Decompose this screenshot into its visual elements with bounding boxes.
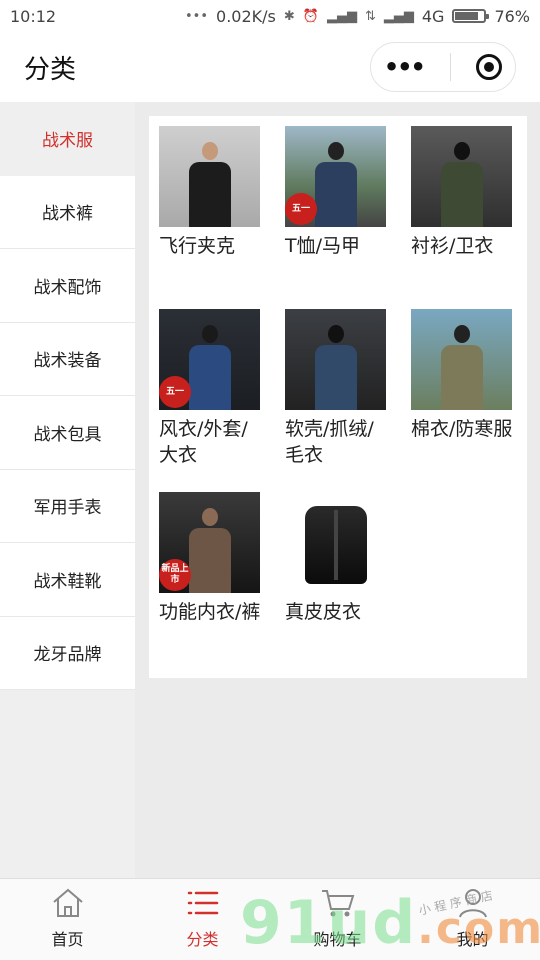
capsule-divider	[449, 53, 451, 81]
battery-icon	[452, 9, 490, 23]
sidebar-item-military-watches[interactable]: 军用手表	[0, 469, 135, 543]
subcategory-item[interactable]: 飞行夹克	[159, 126, 285, 309]
sidebar-item-label: 战术裤	[42, 204, 93, 225]
tab-label: 首页	[51, 930, 84, 949]
subcategory-image	[411, 126, 512, 227]
subcategory-label: 真皮皮衣	[285, 601, 362, 623]
cart-icon	[320, 886, 356, 920]
signal-icon-2: ▂▄▆	[383, 8, 414, 24]
tab-home[interactable]: 首页	[0, 879, 135, 960]
page-header: 分类 •••	[0, 32, 540, 102]
sidebar-item-dragon-tooth-brand[interactable]: 龙牙品牌	[0, 616, 135, 690]
sidebar-item-tactical-accessories[interactable]: 战术配饰	[0, 249, 135, 323]
subcategory-item[interactable]: 新品上市 功能内衣/裤	[159, 492, 285, 675]
subcategory-item[interactable]: 五一 风衣/外套/大衣	[159, 309, 285, 492]
subcategory-label: 衬衫/卫衣	[411, 235, 494, 257]
sidebar-item-tactical-gear[interactable]: 战术装备	[0, 322, 135, 396]
subcategory-image	[159, 126, 260, 227]
tab-category[interactable]: 分类	[135, 879, 270, 960]
tab-label: 我的	[456, 930, 489, 949]
subcategory-image: 五一	[285, 126, 386, 227]
subcategory-item[interactable]: 五一 T恤/马甲	[285, 126, 411, 309]
status-bar: 10:12 ••• 0.02K/s ✱ ⏰ ▂▄▆ ⇅ ▂▄▆ 4G 76%	[0, 0, 540, 32]
status-time: 10:12	[10, 6, 57, 26]
sidebar-item-tactical-bags[interactable]: 战术包具	[0, 396, 135, 470]
subcategory-image	[411, 309, 512, 410]
promo-badge: 五一	[285, 193, 317, 225]
subcategory-label: 功能内衣/裤	[159, 601, 261, 623]
sidebar-item-label: 战术服	[42, 131, 93, 152]
subcategory-label: 风衣/外套/大衣	[159, 418, 248, 466]
network-type: 4G	[421, 6, 445, 26]
subcategory-image	[285, 492, 386, 593]
alarm-icon: ⏰	[302, 8, 319, 24]
subcategory-image: 新品上市	[159, 492, 260, 593]
sidebar-item-label: 龙牙品牌	[33, 645, 102, 666]
category-sidebar: 战术服 战术裤 战术配饰 战术装备 战术包具 军用手表 战术鞋靴 龙牙品牌	[0, 102, 135, 878]
subcategory-item[interactable]: 软壳/抓绒/毛衣	[285, 309, 411, 492]
miniprogram-capsule: •••	[370, 42, 516, 92]
sidebar-item-label: 战术配饰	[33, 277, 102, 298]
tab-label: 分类	[186, 930, 219, 949]
bluetooth-icon: ✱	[283, 8, 295, 24]
sidebar-item-label: 战术装备	[33, 351, 102, 372]
signal-icon: ▂▄▆	[326, 8, 357, 24]
subcategory-item[interactable]: 衬衫/卫衣	[411, 126, 537, 309]
bottom-tab-bar: 首页 分类 购物车 我的	[0, 878, 540, 960]
network-speed: 0.02K/s	[216, 6, 276, 26]
new-arrival-badge: 新品上市	[159, 559, 191, 591]
sidebar-item-label: 战术鞋靴	[33, 571, 102, 592]
subcategory-label: 棉衣/防寒服	[411, 418, 513, 440]
subcategory-label: T恤/马甲	[285, 235, 361, 257]
subcategory-grid: 飞行夹克 五一 T恤/马甲 衬衫/卫衣 五一 风衣/外套/大衣 软壳/抓绒/毛衣…	[149, 116, 527, 678]
sidebar-item-tactical-clothing[interactable]: 战术服	[0, 102, 135, 176]
more-dots-icon: •••	[185, 8, 209, 24]
tab-label: 购物车	[313, 930, 362, 949]
data-transfer-icon: ⇅	[364, 8, 376, 24]
sidebar-item-tactical-pants[interactable]: 战术裤	[0, 175, 135, 249]
sidebar-item-label: 战术包具	[33, 424, 102, 445]
subcategory-item[interactable]: 棉衣/防寒服	[411, 309, 537, 492]
close-miniprogram-icon[interactable]	[476, 54, 503, 80]
subcategory-image: 五一	[159, 309, 260, 410]
category-content: 飞行夹克 五一 T恤/马甲 衬衫/卫衣 五一 风衣/外套/大衣 软壳/抓绒/毛衣…	[135, 102, 540, 878]
battery-level: 76%	[494, 6, 530, 26]
promo-badge: 五一	[159, 376, 191, 408]
page-title: 分类	[24, 54, 77, 85]
subcategory-image	[285, 309, 386, 410]
home-icon	[51, 886, 85, 920]
list-icon	[186, 886, 220, 920]
sidebar-item-tactical-boots[interactable]: 战术鞋靴	[0, 543, 135, 617]
subcategory-label: 软壳/抓绒/毛衣	[285, 418, 374, 466]
subcategory-label: 飞行夹克	[159, 235, 236, 257]
more-menu-icon[interactable]: •••	[384, 53, 426, 81]
sidebar-item-label: 军用手表	[33, 498, 102, 519]
tab-cart[interactable]: 购物车	[270, 879, 405, 960]
subcategory-item[interactable]: 真皮皮衣	[285, 492, 411, 675]
